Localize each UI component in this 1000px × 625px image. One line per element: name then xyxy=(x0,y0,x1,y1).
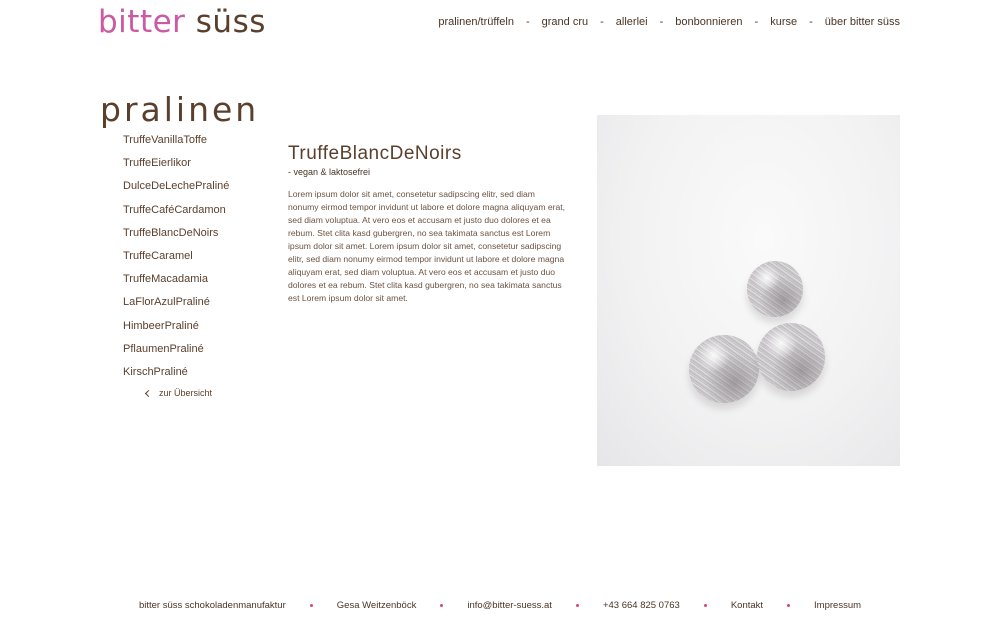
nav-grand-cru[interactable]: grand cru xyxy=(542,16,588,28)
section-title: pralinen xyxy=(100,90,260,129)
logo-bitter: bitter xyxy=(98,4,186,40)
footer-company[interactable]: bitter süss schokoladenmanufaktur xyxy=(139,600,286,611)
nav-ueber-bitter-suess[interactable]: über bitter süss xyxy=(825,16,900,28)
nav-kurse[interactable]: kurse xyxy=(770,16,797,28)
truffle-image xyxy=(689,335,759,403)
product-list-item[interactable]: TruffeMacadamia xyxy=(123,272,229,295)
product-list-item[interactable]: HimbeerPraliné xyxy=(123,319,229,342)
nav-bonbonnieren[interactable]: bonbonnieren xyxy=(675,16,742,28)
back-label: zur Übersicht xyxy=(159,388,213,398)
nav-separator: - xyxy=(600,16,604,28)
product-subtitle: - vegan & laktosefrei xyxy=(288,167,371,177)
nav-separator: - xyxy=(659,16,664,28)
footer-impressum-link[interactable]: Impressum xyxy=(814,600,861,611)
product-list-item[interactable]: TruffeEierlikor xyxy=(123,156,229,179)
product-list-item-active[interactable]: TruffeBlancDeNoirs xyxy=(123,226,229,249)
footer-dot-icon xyxy=(575,604,579,607)
chevron-left-icon xyxy=(144,389,153,397)
footer-contact-link[interactable]: Kontakt xyxy=(731,600,763,611)
main-nav: pralinen/trüffeln - grand cru - allerlei… xyxy=(438,16,900,28)
product-list-item[interactable]: KirschPraliné xyxy=(123,365,229,388)
footer-dot-icon xyxy=(309,604,313,607)
truffle-image xyxy=(757,323,825,391)
nav-pralinen[interactable]: pralinen/trüffeln xyxy=(438,16,514,28)
product-list-item[interactable]: TruffeCaramel xyxy=(123,249,229,272)
product-list-item[interactable]: TruffeVanillaToffe xyxy=(123,133,229,156)
nav-separator: - xyxy=(525,16,530,28)
nav-separator: - xyxy=(809,16,813,28)
truffle-image xyxy=(747,261,803,317)
nav-separator: - xyxy=(754,16,759,28)
product-list-item[interactable]: DulceDeLechePraliné xyxy=(123,179,229,202)
logo-suss: süss xyxy=(195,4,266,40)
footer-dot-icon xyxy=(703,604,707,607)
footer-dot-icon xyxy=(440,604,444,607)
product-title: TruffeBlancDeNoirs xyxy=(288,143,462,164)
back-to-overview-link[interactable]: zur Übersicht xyxy=(144,388,212,398)
nav-allerlei[interactable]: allerlei xyxy=(616,16,648,28)
product-list: TruffeVanillaToffe TruffeEierlikor Dulce… xyxy=(123,133,229,388)
footer: bitter süss schokoladenmanufaktur Gesa W… xyxy=(0,600,1000,611)
footer-email-link[interactable]: info@bitter-suess.at xyxy=(467,600,552,611)
product-list-item[interactable]: PflaumenPraliné xyxy=(123,342,229,365)
footer-owner[interactable]: Gesa Weitzenböck xyxy=(337,600,417,611)
footer-dot-icon xyxy=(787,604,791,607)
logo[interactable]: bitter süss xyxy=(98,4,266,40)
footer-phone-link[interactable]: +43 664 825 0763 xyxy=(603,600,680,611)
product-list-item[interactable]: TruffeCaféCardamon xyxy=(123,203,229,226)
product-list-item[interactable]: LaFlorAzulPraliné xyxy=(123,295,229,318)
product-description: Lorem ipsum dolor sit amet, consetetur s… xyxy=(288,189,566,303)
product-photo xyxy=(597,115,900,466)
